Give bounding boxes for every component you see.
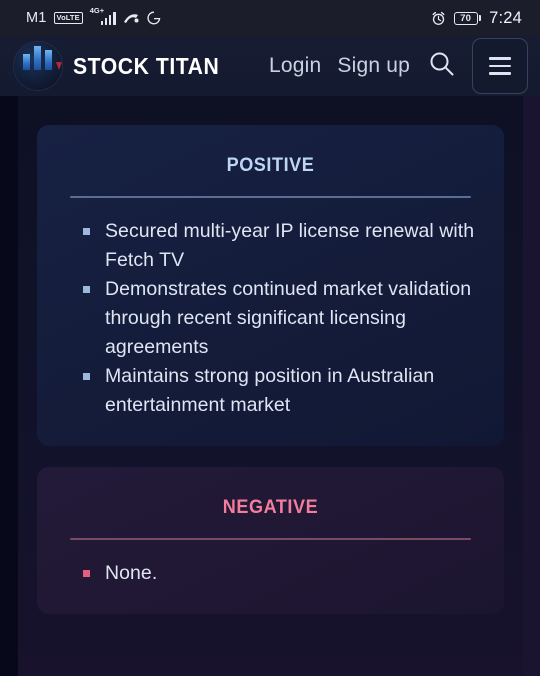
brand-home-link[interactable]: STOCK TITAN <box>14 42 232 90</box>
search-icon <box>428 50 455 82</box>
hamburger-line <box>489 72 511 75</box>
status-bar: M1 VoLTE 4G+ 70 7:24 <box>0 0 540 36</box>
positive-card-divider <box>70 196 471 198</box>
list-item: None. <box>83 559 478 588</box>
network-type-label: 4G+ <box>89 6 105 15</box>
clock-label: 7:24 <box>489 8 522 27</box>
logo-bars <box>23 46 62 86</box>
brand-name-label: STOCK TITAN <box>73 52 220 79</box>
negative-card-divider <box>70 538 471 540</box>
signup-link[interactable]: Sign up <box>337 54 410 78</box>
positive-card-title: Positive <box>226 147 315 177</box>
negative-card: Negative None. <box>37 467 504 614</box>
page-left-gutter <box>0 96 18 676</box>
list-item: Maintains strong position in Australian … <box>83 362 478 420</box>
positive-points-list: Secured multi-year IP license renewal wi… <box>37 217 504 420</box>
vpn-icon <box>123 12 140 25</box>
signal-bars-icon: 4G+ <box>90 7 116 25</box>
google-icon <box>146 11 161 25</box>
status-bar-left: M1 VoLTE 4G+ <box>26 7 161 26</box>
negative-card-title: Negative <box>222 489 319 519</box>
search-button[interactable] <box>426 51 456 81</box>
hamburger-line <box>489 57 511 60</box>
battery-indicator: 70 <box>453 11 482 25</box>
list-item: Demonstrates continued market validation… <box>83 275 478 362</box>
content-area: Positive Secured multi-year IP license r… <box>18 96 523 676</box>
alarm-clock-icon <box>431 11 446 26</box>
list-item: Secured multi-year IP license renewal wi… <box>83 217 478 275</box>
negative-points-list: None. <box>37 559 504 588</box>
header-nav: Login Sign up <box>269 38 528 94</box>
battery-level-label: 70 <box>453 11 478 25</box>
hamburger-menu-button[interactable] <box>472 38 528 94</box>
site-header: STOCK TITAN Login Sign up <box>0 36 540 96</box>
battery-cap <box>479 15 482 21</box>
stock-titan-logo-icon <box>14 42 62 90</box>
positive-card: Positive Secured multi-year IP license r… <box>37 125 504 446</box>
hamburger-line <box>489 64 511 68</box>
status-bar-right: 70 7:24 <box>431 9 522 28</box>
page-body: Positive Secured multi-year IP license r… <box>0 96 540 676</box>
login-link[interactable]: Login <box>269 54 321 78</box>
phone-screen: M1 VoLTE 4G+ 70 7:24 STOCK TITAN Login S… <box>0 0 540 676</box>
volte-badge: VoLTE <box>53 12 83 24</box>
page-right-gutter <box>523 96 540 676</box>
carrier-label: M1 <box>26 10 47 26</box>
